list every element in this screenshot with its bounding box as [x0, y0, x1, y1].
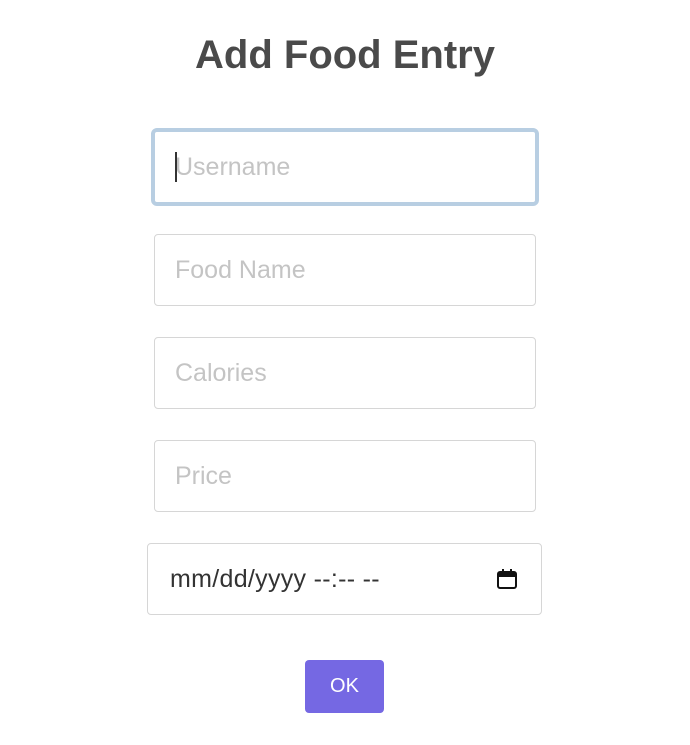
datetime-value: mm/dd/yyyy --:-- --: [170, 564, 380, 593]
price-input[interactable]: [154, 440, 536, 512]
calories-input[interactable]: [154, 337, 536, 409]
datetime-input[interactable]: mm/dd/yyyy --:-- --: [147, 543, 542, 615]
text-caret: [175, 152, 177, 182]
ok-button[interactable]: OK: [305, 660, 384, 713]
calendar-icon[interactable]: [495, 567, 519, 591]
dialog-title: Add Food Entry: [195, 33, 495, 77]
food-name-input[interactable]: [154, 234, 536, 306]
add-food-entry-dialog: Add Food Entry mm/dd/yyyy --:-- -- OK: [0, 0, 690, 745]
username-input[interactable]: [151, 128, 539, 206]
